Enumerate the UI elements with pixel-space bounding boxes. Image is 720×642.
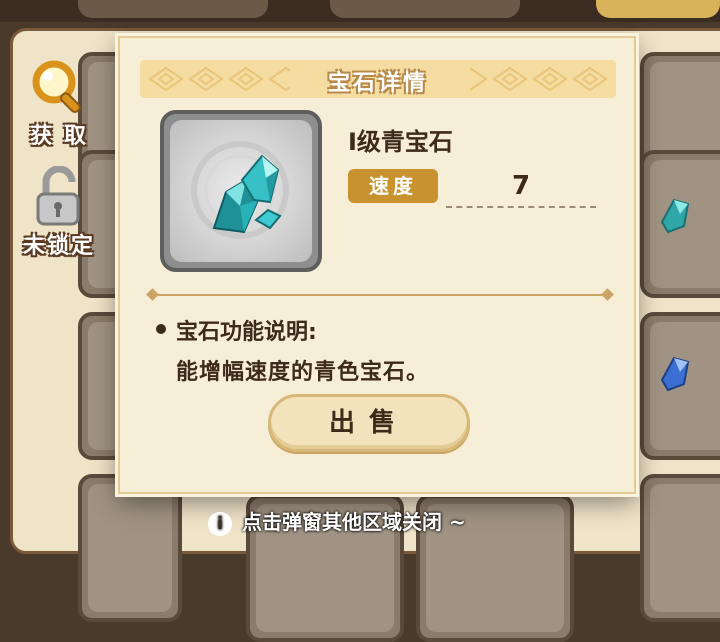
stat-label-badge: 速度	[348, 169, 438, 203]
stat-value: 7	[446, 166, 596, 208]
dialog-title-ribbon: 宝石详情	[140, 60, 616, 98]
obtain-label: 获 取	[30, 124, 88, 149]
close-hint-text: 点击弹窗其他区域关闭 ~	[242, 510, 466, 534]
description-title: 宝石功能说明:	[176, 320, 317, 345]
description-text: 能增幅速度的青色宝石。	[176, 360, 430, 385]
gem-name: I级青宝石	[348, 128, 453, 156]
dialog-title: 宝石详情	[327, 71, 428, 96]
inventory-slot[interactable]	[78, 474, 182, 622]
gem-detail-dialog: 宝石详情 I级青宝石 速度 7 宝石功能说明: 能增幅速度的青色宝石。 出售	[118, 36, 636, 494]
inventory-slot[interactable]	[640, 150, 720, 298]
inventory-slot[interactable]	[640, 312, 720, 460]
top-bar	[0, 0, 720, 22]
magnifier-icon	[28, 56, 90, 118]
bullet-dot	[156, 324, 166, 334]
lock-toggle-button[interactable]: 未锁定	[16, 165, 102, 260]
divider	[146, 288, 614, 301]
cyan-gem-icon	[660, 198, 690, 234]
sell-button[interactable]: 出售	[268, 394, 470, 452]
blue-gem-icon	[660, 356, 690, 392]
close-hint: i 点击弹窗其他区域关闭 ~	[208, 506, 466, 536]
gem-icon-frame	[160, 110, 322, 272]
top-tab[interactable]	[330, 0, 520, 18]
lock-status-label: 未锁定	[22, 234, 95, 259]
obtain-button[interactable]: 获 取	[16, 56, 102, 150]
cyan-gem-icon	[191, 141, 289, 239]
inventory-slot[interactable]	[640, 474, 720, 622]
padlock-unlocked-icon	[28, 165, 90, 228]
info-icon: i	[208, 511, 232, 536]
top-tab[interactable]	[78, 0, 268, 18]
top-tab-active[interactable]	[596, 0, 720, 18]
